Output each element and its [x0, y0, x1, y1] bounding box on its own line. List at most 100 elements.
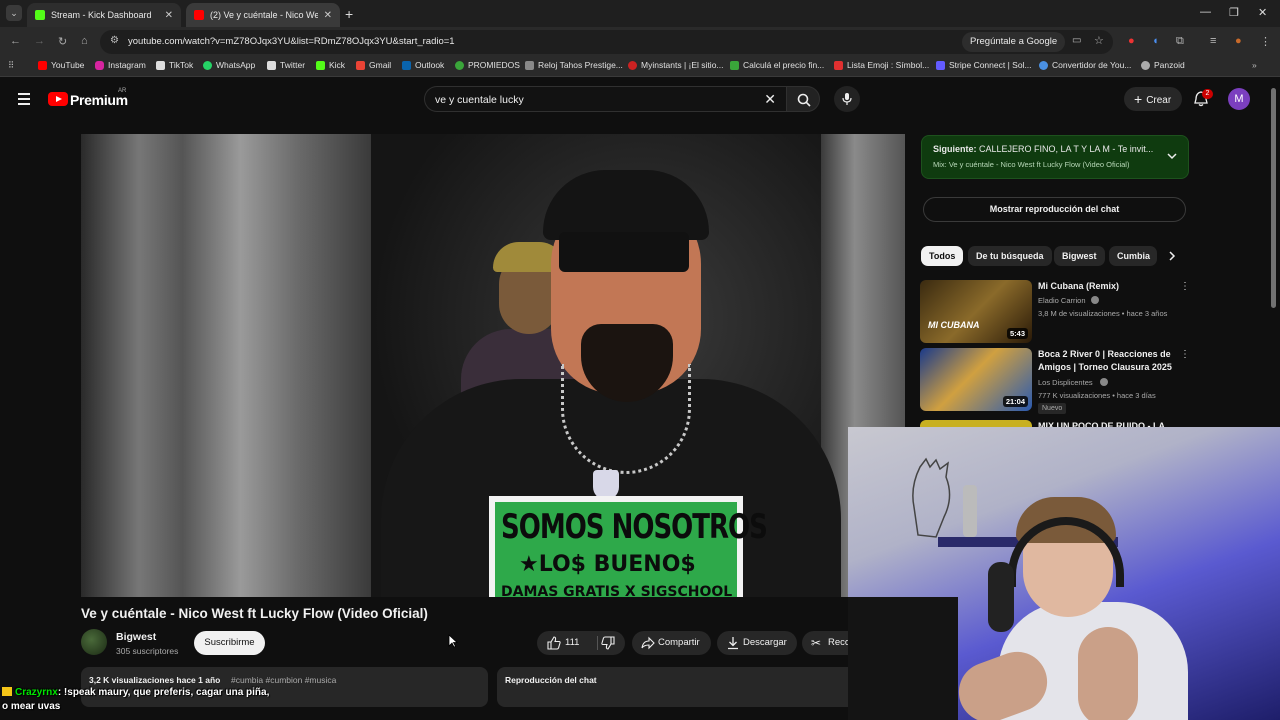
download-button[interactable]: Descargar: [717, 631, 797, 655]
thumbs-up-icon[interactable]: [547, 636, 561, 650]
recommendation-title[interactable]: Mi Cubana (Remix): [1038, 280, 1173, 293]
close-tab-icon[interactable]: ✕: [318, 10, 332, 21]
reading-list-icon[interactable]: ≡: [1210, 35, 1216, 47]
bookmark-label: TikTok: [169, 60, 194, 70]
apps-grid-icon[interactable]: ⠿: [8, 60, 14, 71]
bookmark-myinstants[interactable]: Myinstants | ¡El sitio...: [628, 60, 724, 70]
recommendation-channel[interactable]: Eladio Carrion: [1038, 296, 1086, 305]
webcam-monitor: [848, 597, 958, 720]
home-icon[interactable]: ⌂: [81, 35, 88, 47]
minimize-icon[interactable]: —: [1200, 6, 1211, 18]
voice-search-button[interactable]: [834, 86, 860, 112]
extension-audio-icon[interactable]: ◖: [1152, 35, 1159, 47]
show-chat-replay-button[interactable]: Mostrar reproducción del chat: [923, 197, 1186, 222]
bookmark-label: WhatsApp: [216, 60, 256, 70]
bookmark-kick[interactable]: Kick: [316, 60, 345, 70]
channel-name[interactable]: Bigwest: [116, 631, 156, 643]
bookmark-twitter[interactable]: Twitter: [267, 60, 305, 70]
bookmark-calcula[interactable]: Calculá el precio fin...: [730, 60, 824, 70]
cast-icon[interactable]: ▭: [1072, 35, 1081, 46]
browser-menu-icon[interactable]: ⋮: [1260, 35, 1271, 48]
bookmark-star-icon[interactable]: ☆: [1094, 34, 1104, 47]
video-player[interactable]: SOMOS NOSOTROS ★LO$ BUENO$ DAMAS GRATIS …: [81, 134, 905, 597]
bookmark-instagram[interactable]: Instagram: [95, 60, 146, 70]
webcam-bottle: [963, 485, 977, 537]
close-tab-icon[interactable]: ✕: [159, 10, 173, 21]
bookmark-gmail[interactable]: Gmail: [356, 60, 391, 70]
tab-youtube-video[interactable]: (2) Ve y cuéntale - Nico West ft ✕: [186, 3, 340, 27]
bookmark-reloj[interactable]: Reloj Tahos Prestige...: [525, 60, 623, 70]
youtube-logo-icon[interactable]: [48, 92, 68, 106]
shirt-text-line: SOMOS NOSOTROS: [501, 508, 768, 547]
window-close-icon[interactable]: ✕: [1258, 6, 1267, 19]
bookmark-emoji[interactable]: Lista Emoji : Símbol...: [834, 60, 929, 70]
subscribe-button[interactable]: Suscribirme: [194, 631, 265, 655]
bookmark-whatsapp[interactable]: WhatsApp: [203, 60, 255, 70]
ask-google-label: Pregúntale a Google: [970, 36, 1058, 47]
profile-icon[interactable]: ●: [1235, 35, 1242, 47]
bookmark-youtube[interactable]: YouTube: [38, 60, 84, 70]
hamburger-menu-icon[interactable]: [18, 93, 30, 108]
tab-search-button[interactable]: ⌄: [6, 5, 22, 21]
like-count[interactable]: 111: [565, 631, 579, 655]
bookmark-outlook[interactable]: Outlook: [402, 60, 444, 70]
chat-replay-panel[interactable]: Reproducción del chat: [497, 667, 857, 707]
chevron-right-icon[interactable]: [1166, 250, 1178, 262]
whatsapp-icon: [203, 60, 212, 70]
reload-icon[interactable]: ↻: [58, 35, 67, 48]
chip-bigwest[interactable]: Bigwest: [1054, 246, 1105, 266]
bookmark-label: Kick: [329, 60, 346, 70]
clear-search-icon[interactable]: ✕: [764, 91, 776, 108]
recommendation-title[interactable]: MIX UN POCO DE RUIDO - LA: [1038, 420, 1173, 427]
bookmark-stripe[interactable]: Stripe Connect | Sol...: [936, 60, 1032, 70]
bookmark-panzoid[interactable]: Panzoid: [1141, 60, 1185, 70]
bookmark-label: YouTube: [51, 60, 85, 70]
new-badge: Nuevo: [1038, 403, 1067, 414]
channel-avatar[interactable]: [81, 629, 107, 655]
bookmark-convertidor[interactable]: Convertidor de You...: [1039, 60, 1131, 70]
back-arrow-icon[interactable]: ←: [10, 35, 21, 47]
chip-cumbia[interactable]: Cumbia: [1109, 246, 1157, 266]
recommendation-thumbnail[interactable]: [920, 420, 1032, 427]
search-input[interactable]: ve y cuentale lucky ✕: [424, 86, 786, 112]
site-info-icon[interactable]: ⚙: [110, 35, 119, 46]
recommendation-channel[interactable]: Los Displicentes: [1038, 378, 1093, 387]
create-button[interactable]: + Crear: [1124, 87, 1182, 111]
forward-arrow-icon[interactable]: →: [34, 35, 45, 47]
recommendation-thumbnail[interactable]: 21:04: [920, 348, 1032, 411]
chip-de-tu-busqueda[interactable]: De tu búsqueda: [968, 246, 1052, 266]
share-button[interactable]: Compartir: [632, 631, 711, 655]
chip-todos[interactable]: Todos: [921, 246, 964, 266]
recommendation-thumbnail[interactable]: MI CUBANA 5:43: [920, 280, 1032, 343]
youtube-favicon-icon: [194, 10, 204, 20]
download-icon: [728, 637, 738, 650]
restore-icon[interactable]: ❐: [1229, 6, 1239, 19]
extensions-puzzle-icon[interactable]: ⧉: [1176, 35, 1184, 48]
account-avatar[interactable]: M: [1228, 88, 1250, 110]
bookmark-tiktok[interactable]: TikTok: [156, 60, 193, 70]
tab-kick-dashboard[interactable]: Stream - Kick Dashboard ✕: [27, 3, 181, 27]
video-frame-curtain: [81, 134, 371, 597]
up-next-panel[interactable]: Siguiente: CALLEJERO FINO, LA T Y LA M -…: [921, 135, 1189, 179]
address-bar[interactable]: ⚙ youtube.com/watch?v=mZ78OJqx3YU&list=R…: [100, 30, 1113, 54]
hashtags[interactable]: #cumbia #cumbion #musica: [231, 675, 336, 685]
bookmarks-overflow-icon[interactable]: »: [1252, 60, 1257, 70]
youtube-brand[interactable]: Premium: [70, 92, 128, 108]
thumbs-down-icon[interactable]: [601, 636, 615, 650]
globe-icon: [1141, 60, 1150, 70]
browser-tab-strip: ⌄ Stream - Kick Dashboard ✕ (2) Ve y cué…: [0, 0, 1280, 27]
bookmark-label: Gmail: [369, 60, 392, 70]
more-options-icon[interactable]: ⋮: [1180, 349, 1190, 360]
bookmark-promiedos[interactable]: PROMIEDOS: [455, 60, 520, 70]
chevron-down-icon[interactable]: [1166, 150, 1178, 162]
extension-red-icon[interactable]: ●: [1128, 35, 1135, 47]
ask-google-button[interactable]: Pregúntale a Google: [962, 32, 1066, 52]
page-scrollbar[interactable]: [1271, 88, 1276, 308]
more-options-icon[interactable]: ⋮: [1180, 281, 1190, 292]
new-tab-plus-icon[interactable]: +: [345, 6, 353, 22]
video-title: Ve y cuéntale - Nico West ft Lucky Flow …: [81, 606, 428, 621]
chat-replay-label: Reproducción del chat: [505, 675, 597, 685]
webcam-person-arm: [1078, 627, 1138, 720]
search-button[interactable]: [786, 86, 820, 112]
recommendation-title[interactable]: Boca 2 River 0 | Reacciones de Amigos | …: [1038, 348, 1173, 374]
